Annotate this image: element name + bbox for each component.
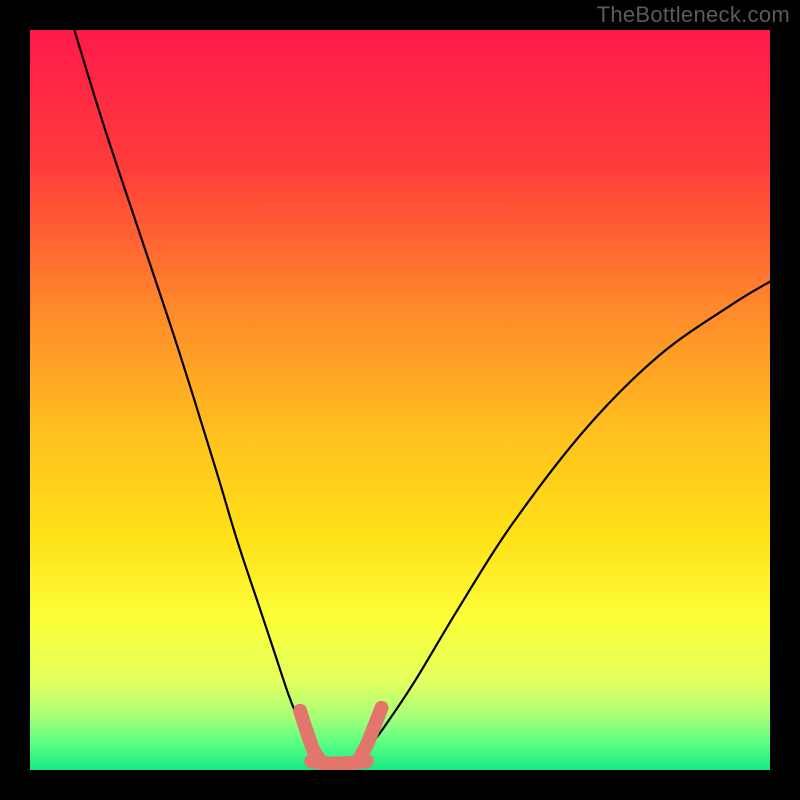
chart-frame: TheBottleneck.com bbox=[0, 0, 800, 800]
heatmap-background bbox=[30, 30, 770, 770]
watermark-text: TheBottleneck.com bbox=[597, 2, 790, 28]
plot-area bbox=[30, 30, 770, 770]
